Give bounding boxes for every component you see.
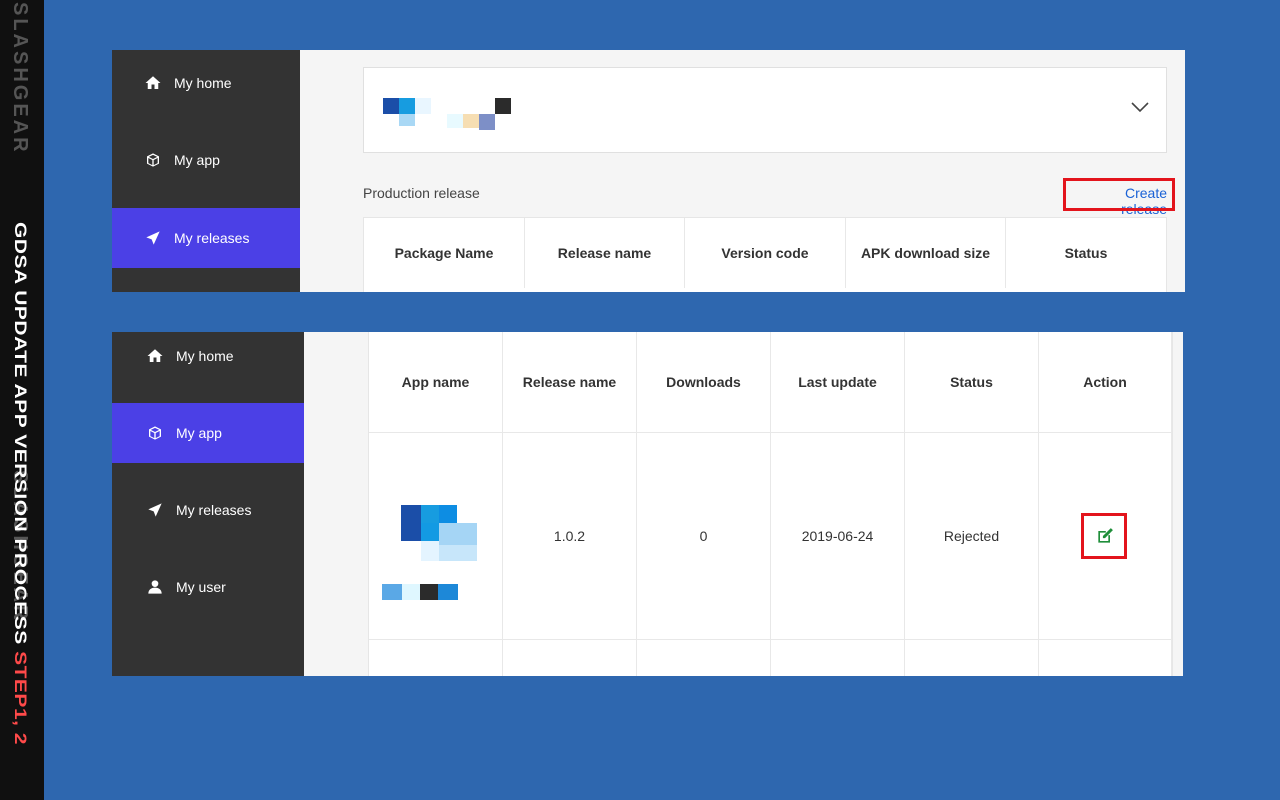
home-icon	[142, 72, 164, 94]
downloads-cell: 0	[637, 433, 771, 640]
sidebar-item-label: My home	[176, 348, 234, 364]
caption: GDSA UPDATE APP VERSION PROCESS STEP1, 2	[10, 222, 29, 745]
sidebar-item-label: My releases	[176, 502, 252, 518]
sidebar-item-label: My app	[174, 152, 220, 168]
box-icon	[142, 149, 164, 171]
sidebar-item-label: My releases	[174, 230, 250, 246]
column-header[interactable]: Status	[905, 332, 1039, 433]
highlight-box	[1081, 513, 1127, 559]
column-header[interactable]: Last update	[771, 332, 905, 433]
app-selector[interactable]	[363, 67, 1167, 153]
sidebar-item-releases[interactable]: My releases	[112, 480, 304, 540]
last-update-cell: 2019-06-24	[771, 433, 905, 640]
send-icon	[142, 227, 164, 249]
status-cell: Rejected	[905, 433, 1039, 640]
column-header[interactable]: Action	[1039, 332, 1172, 433]
column-header[interactable]: Status	[1006, 218, 1166, 288]
sidebar-item-app[interactable]: My app	[112, 130, 300, 190]
column-header[interactable]: Version code	[685, 218, 846, 288]
home-icon	[144, 345, 166, 367]
sidebar: My home My app My releases	[112, 50, 300, 292]
sidebar-item-label: My app	[176, 425, 222, 441]
caption-highlight: STEP1, 2	[10, 651, 30, 745]
app-icon	[369, 433, 503, 640]
release-table: Package Name Release name Version code A…	[363, 217, 1167, 292]
send-icon	[144, 499, 166, 521]
section-title: Production release	[363, 185, 480, 201]
app-name-cell[interactable]	[369, 433, 503, 640]
column-header[interactable]: APK download size	[846, 218, 1006, 288]
action-cell	[1039, 433, 1172, 640]
watermark-strip: SLASHGEAR SLASHGEAR GDSA UPDATE APP VERS…	[0, 0, 44, 800]
release-name-cell: 1.0.2	[503, 433, 637, 640]
table-row	[905, 640, 1039, 676]
sidebar: My home My app My releases My user	[112, 332, 304, 676]
user-icon	[144, 576, 166, 598]
chevron-down-icon[interactable]	[1130, 100, 1150, 119]
sidebar-item-app[interactable]: My app	[112, 403, 304, 463]
sidebar-item-home[interactable]: My home	[112, 53, 300, 113]
caption-main: GDSA UPDATE APP VERSION PROCESS	[10, 222, 30, 652]
table-row	[503, 640, 637, 676]
sidebar-item-home[interactable]: My home	[112, 332, 304, 386]
watermark-text: SLASHGEAR	[9, 2, 31, 155]
sidebar-item-user[interactable]: My user	[112, 557, 304, 617]
column-header[interactable]: Package Name	[364, 218, 525, 288]
bottom-panel: My home My app My releases My user App n…	[112, 332, 1183, 676]
table-row	[1039, 640, 1172, 676]
column-header[interactable]: Release name	[525, 218, 685, 288]
column-header[interactable]: Downloads	[637, 332, 771, 433]
table-row	[771, 640, 905, 676]
sidebar-item-label: My home	[174, 75, 232, 91]
highlight-box	[1063, 178, 1175, 211]
box-icon	[144, 422, 166, 444]
top-panel: My home My app My releases Production re…	[112, 50, 1185, 292]
table-row	[637, 640, 771, 676]
table-row	[369, 640, 503, 676]
sidebar-item-label: My user	[176, 579, 226, 595]
sidebar-item-releases[interactable]: My releases	[112, 208, 300, 268]
app-table: App name Release name Downloads Last upd…	[368, 332, 1173, 676]
column-header[interactable]: App name	[369, 332, 503, 433]
column-header[interactable]: Release name	[503, 332, 637, 433]
